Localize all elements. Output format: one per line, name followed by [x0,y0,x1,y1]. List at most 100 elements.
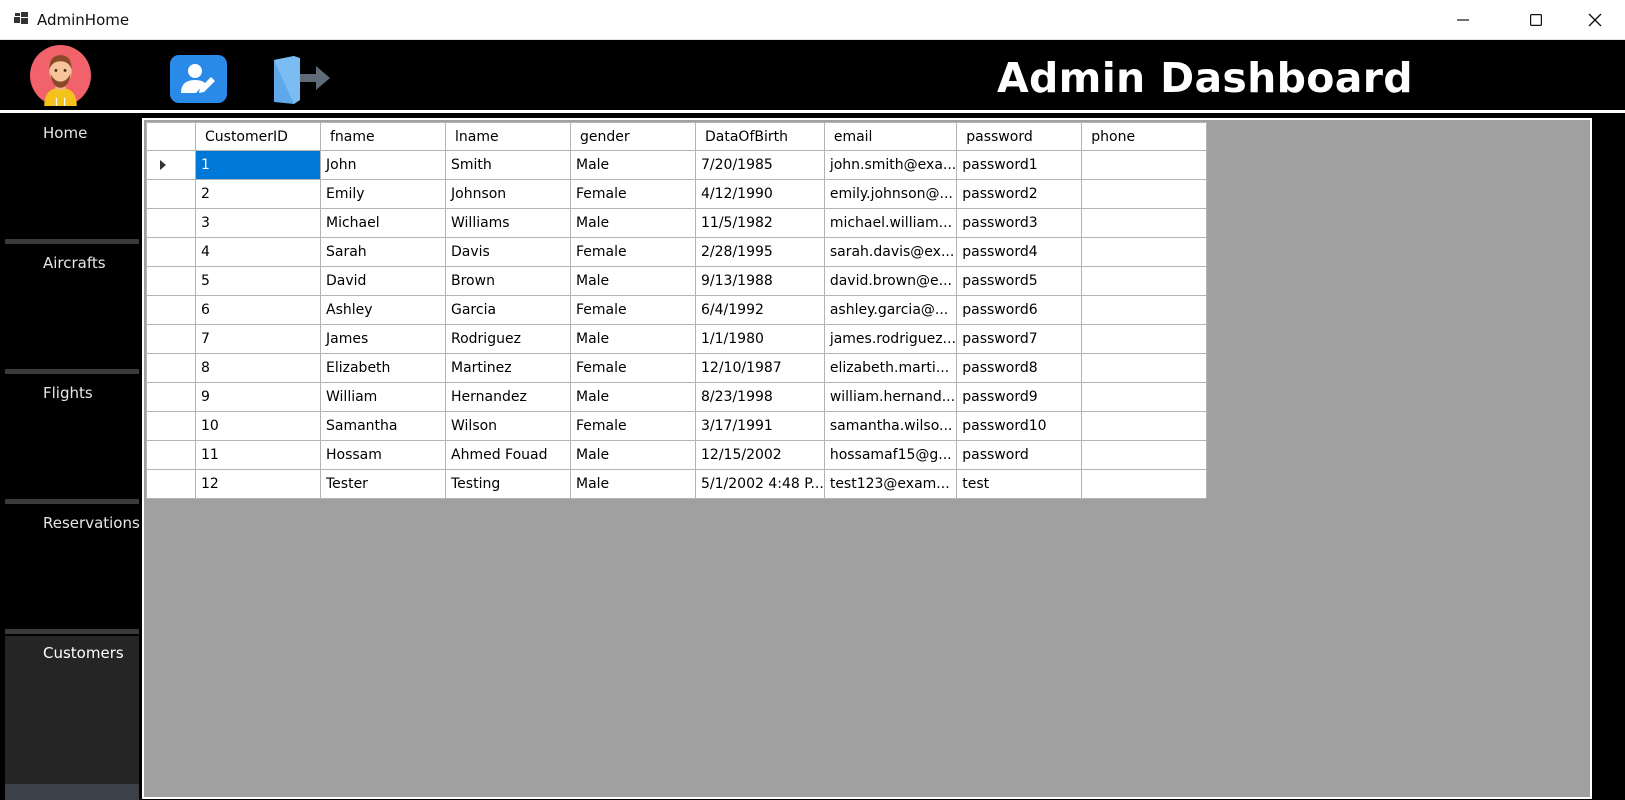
table-row[interactable]: 6 Ashley Garcia Female 6/4/1992 ashley.garcia… [146,295,1208,325]
table-cell[interactable]: Emily [320,179,446,209]
row-header-cell[interactable] [146,295,196,325]
row-header-cell[interactable] [146,266,196,296]
table-cell[interactable]: Male [570,440,696,470]
column-header[interactable]: password [956,122,1083,151]
table-cell[interactable]: 6/4/1992 [695,295,825,325]
table-cell[interactable]: Female [570,237,696,267]
table-cell[interactable]: ashley.garcia@... [823,295,958,325]
table-cell[interactable]: 5 [195,266,321,296]
table-cell[interactable]: Female [570,295,696,325]
table-row[interactable]: 12 Tester Testing Male 5/1/2002 4:48 P... tes… [146,469,1208,499]
table-cell[interactable]: Testing [445,469,571,499]
table-cell[interactable]: 7 [195,324,321,354]
table-cell[interactable]: hossamaf15@g... [823,440,958,470]
table-cell[interactable] [1081,150,1208,180]
table-cell[interactable]: elizabeth.marti... [823,353,958,383]
table-cell[interactable]: William [320,382,446,412]
table-cell[interactable]: Samantha [320,411,446,441]
close-button[interactable] [1566,0,1624,40]
column-header[interactable]: gender [570,122,696,151]
minimize-button[interactable] [1434,0,1492,40]
column-header[interactable]: fname [320,122,446,151]
table-cell[interactable]: 8 [195,353,321,383]
row-header-cell[interactable] [146,440,196,470]
sidebar-item-home[interactable]: Home [5,116,139,244]
table-cell[interactable] [1081,440,1208,470]
maximize-button[interactable] [1507,0,1565,40]
table-cell[interactable]: password8 [956,353,1083,383]
table-cell[interactable]: 2 [195,179,321,209]
table-row[interactable]: 2 Emily Johnson Female 4/12/1990 emily.johnso… [146,179,1208,209]
table-cell[interactable]: password2 [956,179,1083,209]
table-cell[interactable]: Davis [445,237,571,267]
table-row[interactable]: 4 Sarah Davis Female 2/28/1995 sarah.davis@ex… [146,237,1208,267]
avatar-icon[interactable] [30,45,91,106]
table-row[interactable]: 8 Elizabeth Martinez Female 12/10/1987 elizab… [146,353,1208,383]
table-cell[interactable]: Smith [445,150,571,180]
column-header[interactable]: phone [1081,122,1208,151]
table-cell[interactable] [1081,179,1208,209]
table-cell[interactable]: Ashley [320,295,446,325]
table-cell[interactable]: Male [570,150,696,180]
table-cell[interactable]: 3 [195,208,321,238]
table-cell[interactable]: Hernandez [445,382,571,412]
table-cell[interactable]: David [320,266,446,296]
table-cell[interactable]: 4 [195,237,321,267]
table-cell[interactable]: password10 [956,411,1083,441]
table-cell[interactable]: password7 [956,324,1083,354]
table-cell[interactable]: Ahmed Fouad [445,440,571,470]
table-cell[interactable]: Johnson [445,179,571,209]
table-cell[interactable] [1081,353,1208,383]
table-cell[interactable] [1081,469,1208,499]
table-cell[interactable]: 6 [195,295,321,325]
table-cell[interactable]: emily.johnson@... [823,179,958,209]
table-cell[interactable]: james.rodriguez... [823,324,958,354]
table-cell[interactable]: Female [570,411,696,441]
table-cell[interactable]: Wilson [445,411,571,441]
row-header-cell[interactable] [146,469,196,499]
column-header[interactable]: DataOfBirth [695,122,825,151]
table-cell[interactable]: password3 [956,208,1083,238]
table-cell[interactable]: Sarah [320,237,446,267]
table-cell[interactable]: Williams [445,208,571,238]
sidebar-item-customers[interactable]: Customers [5,636,139,784]
row-header-cell[interactable] [146,237,196,267]
customers-grid[interactable]: CustomerID fname lname gender DataOfBirt… [142,118,1592,799]
table-cell[interactable] [1081,295,1208,325]
row-header-cell[interactable] [146,382,196,412]
logout-icon[interactable] [272,54,334,104]
table-cell[interactable]: password [956,440,1083,470]
table-row[interactable]: 7 James Rodriguez Male 1/1/1980 james.rodrigu… [146,324,1208,354]
table-cell[interactable]: samantha.wilso... [823,411,958,441]
table-cell[interactable]: 1/1/1980 [695,324,825,354]
table-cell[interactable]: 12/10/1987 [695,353,825,383]
table-cell[interactable]: 2/28/1995 [695,237,825,267]
row-header-cell[interactable] [146,208,196,238]
table-row[interactable]: 9 William Hernandez Male 8/23/1998 william.he… [146,382,1208,412]
table-row[interactable]: 11 Hossam Ahmed Fouad Male 12/15/2002 hossama… [146,440,1208,470]
table-cell[interactable]: Tester [320,469,446,499]
table-cell[interactable]: Rodriguez [445,324,571,354]
table-cell[interactable]: 1 [195,150,321,180]
edit-profile-button[interactable] [170,55,227,103]
table-cell[interactable]: Elizabeth [320,353,446,383]
table-cell[interactable] [1081,208,1208,238]
table-cell[interactable]: michael.william... [823,208,958,238]
table-cell[interactable]: david.brown@e... [823,266,958,296]
row-header-cell[interactable] [146,411,196,441]
table-cell[interactable]: 9/13/1988 [695,266,825,296]
table-cell[interactable]: password6 [956,295,1083,325]
table-cell[interactable]: Male [570,208,696,238]
column-header[interactable]: lname [445,122,571,151]
table-cell[interactable]: Michael [320,208,446,238]
table-cell[interactable]: Garcia [445,295,571,325]
table-cell[interactable] [1081,411,1208,441]
table-cell[interactable]: test123@exam... [823,469,958,499]
table-cell[interactable]: 12/15/2002 [695,440,825,470]
table-cell[interactable]: 11/5/1982 [695,208,825,238]
table-cell[interactable]: sarah.davis@ex... [823,237,958,267]
table-cell[interactable]: Male [570,266,696,296]
table-cell[interactable]: Female [570,179,696,209]
table-cell[interactable]: 9 [195,382,321,412]
sidebar-item-aircrafts[interactable]: Aircrafts [5,246,139,374]
